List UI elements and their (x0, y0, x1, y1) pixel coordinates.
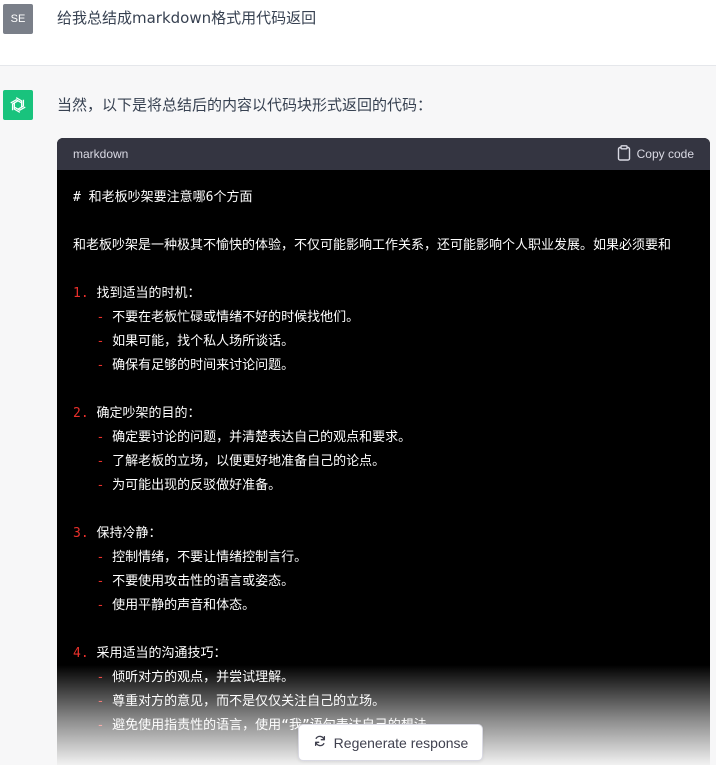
list-marker: 4. (73, 646, 89, 661)
regenerate-response-label: Regenerate response (333, 734, 469, 751)
regenerate-response-button[interactable]: Regenerate response (298, 724, 483, 761)
assistant-message-row: 当然，以下是将总结后的内容以代码块形式返回的代码： markdown Copy … (0, 66, 716, 765)
list-marker: - (73, 358, 105, 373)
clipboard-icon (617, 144, 631, 164)
code-line-text: 尊重对方的意见，而不是仅仅关注自己的立场。 (104, 694, 386, 709)
code-line: - 为可能出现的反驳做好准备。 (73, 474, 710, 498)
code-block-header: markdown Copy code (57, 138, 710, 170)
code-line-text: 如果可能，找个私人场所谈话。 (104, 334, 295, 349)
code-line-text: 倾听对方的观点，并尝试理解。 (104, 670, 295, 685)
list-marker: - (73, 694, 105, 709)
list-marker: 3. (73, 526, 89, 541)
code-line-text: 不要在老板忙碌或情绪不好的时候找他们。 (104, 310, 360, 325)
code-block-body: # 和老板吵架要注意哪6个方面和老板吵架是一种极其不愉快的体验，不仅可能影响工作… (57, 170, 710, 765)
list-marker: - (73, 718, 105, 733)
code-line: - 使用平静的声音和体态。 (73, 594, 710, 618)
copy-code-button[interactable]: Copy code (617, 144, 694, 164)
code-line: - 尊重对方的意见，而不是仅仅关注自己的立场。 (73, 690, 710, 714)
assistant-intro-text: 当然，以下是将总结后的内容以代码块形式返回的代码： (57, 96, 433, 114)
list-marker: - (73, 670, 105, 685)
code-line-text: 控制情绪，不要让情绪控制言行。 (104, 550, 308, 565)
code-line: 4. 采用适当的沟通技巧： (73, 642, 710, 666)
list-marker: - (73, 574, 105, 589)
code-line: - 不要在老板忙碌或情绪不好的时候找他们。 (73, 306, 710, 330)
code-line: - 控制情绪，不要让情绪控制言行。 (73, 546, 710, 570)
code-language-label: markdown (73, 147, 129, 161)
code-line-text: 为可能出现的反驳做好准备。 (104, 478, 282, 493)
refresh-icon (313, 734, 327, 751)
code-line: - 倾听对方的观点，并尝试理解。 (73, 666, 710, 690)
code-line: 和老板吵架是一种极其不愉快的体验，不仅可能影响工作关系，还可能影响个人职业发展。… (73, 234, 710, 258)
list-marker: - (73, 478, 105, 493)
list-marker: - (73, 550, 105, 565)
code-line: - 不要使用攻击性的语言或姿态。 (73, 570, 710, 594)
code-line: 2. 确定吵架的目的： (73, 402, 710, 426)
code-line-text: 找到适当的时机： (88, 286, 201, 301)
code-line-text: # 和老板吵架要注意哪6个方面 (73, 190, 253, 205)
code-line-text: 和老板吵架是一种极其不愉快的体验，不仅可能影响工作关系，还可能影响个人职业发展。… (73, 238, 672, 253)
code-line: 1. 找到适当的时机： (73, 282, 710, 306)
code-line-text: 使用平静的声音和体态。 (104, 598, 256, 613)
code-line-text: 确定吵架的目的： (88, 406, 201, 421)
list-marker: - (73, 430, 105, 445)
code-line-text: 确定要讨论的问题，并清楚表达自己的观点和要求。 (104, 430, 412, 445)
code-line-text: 采用适当的沟通技巧： (88, 646, 227, 661)
code-line: - 确定要讨论的问题，并清楚表达自己的观点和要求。 (73, 426, 710, 450)
list-marker: - (73, 310, 105, 325)
code-line: - 如果可能，找个私人场所谈话。 (73, 330, 710, 354)
list-marker: 2. (73, 406, 89, 421)
code-line-text: 不要使用攻击性的语言或姿态。 (104, 574, 295, 589)
list-marker: 1. (73, 286, 89, 301)
code-line-text: 了解老板的立场，以便更好地准备自己的论点。 (104, 454, 386, 469)
code-line: - 了解老板的立场，以便更好地准备自己的论点。 (73, 450, 710, 474)
code-line-text: 保持冷静： (88, 526, 162, 541)
user-avatar: SE (3, 4, 33, 34)
list-marker: - (73, 454, 105, 469)
code-block: markdown Copy code # 和老板吵架要注意哪6个方面和老板吵架是… (57, 138, 710, 765)
copy-code-label: Copy code (636, 147, 694, 161)
code-line-text: 确保有足够的时间来讨论问题。 (104, 358, 295, 373)
code-line: 3. 保持冷静： (73, 522, 710, 546)
user-message-text: 给我总结成markdown格式用代码返回 (57, 9, 317, 27)
code-line: - 确保有足够的时间来讨论问题。 (73, 354, 710, 378)
list-marker: - (73, 334, 105, 349)
user-message-row: SE 给我总结成markdown格式用代码返回 (0, 0, 716, 66)
code-line: # 和老板吵架要注意哪6个方面 (73, 186, 710, 210)
list-marker: - (73, 598, 105, 613)
openai-logo-icon (3, 90, 33, 120)
